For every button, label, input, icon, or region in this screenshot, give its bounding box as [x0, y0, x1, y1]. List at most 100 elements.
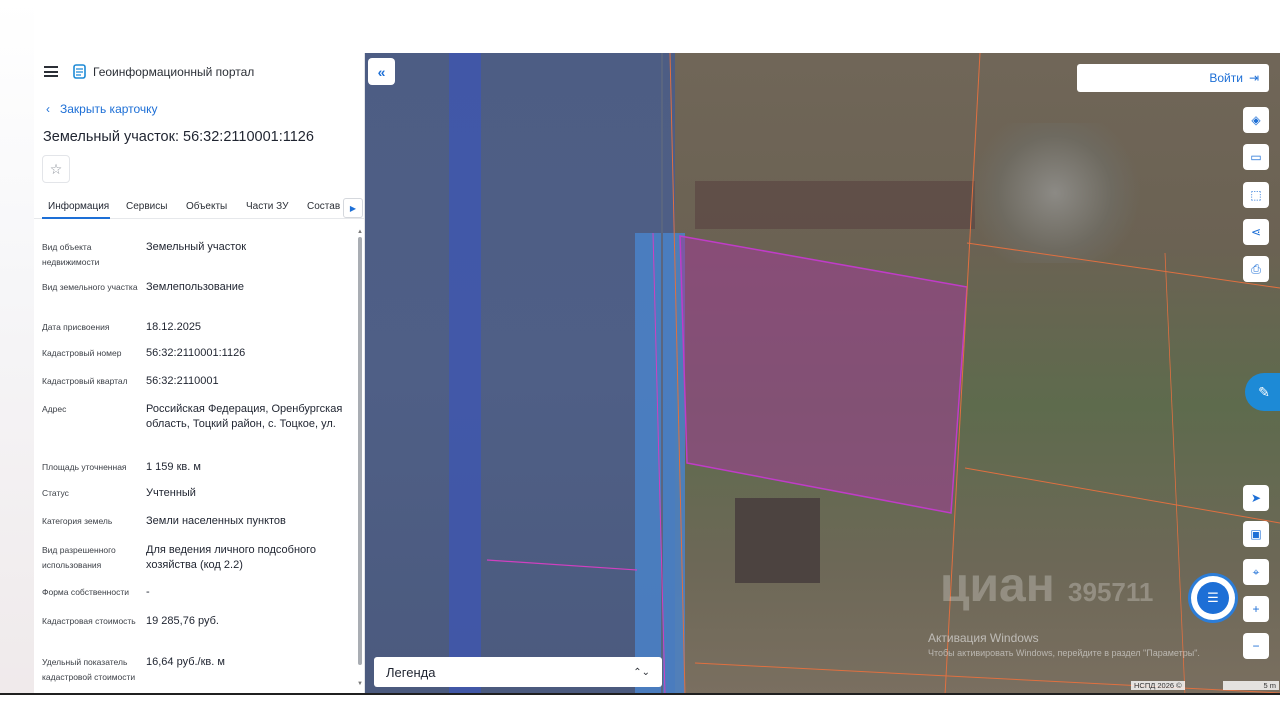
chevron-updown-icon: ⌃⌄	[633, 666, 650, 678]
info-label: Кадастровая стоимость	[42, 616, 136, 626]
chevron-left-icon: ‹	[46, 102, 50, 116]
select-area-button[interactable]: ⬚	[1243, 182, 1269, 208]
tab-parts[interactable]: Части ЗУ	[246, 201, 288, 212]
info-value: 56:32:2110001:1126	[146, 347, 246, 359]
legend-label: Легенда	[386, 664, 436, 680]
info-value: 1 159 кв. м	[146, 461, 201, 473]
chat-button[interactable]: ☰	[1191, 576, 1235, 620]
zoom-in-button[interactable]: +	[1243, 596, 1269, 622]
scroll-down-icon[interactable]: ▼	[357, 681, 363, 687]
info-value: 18.12.2025	[146, 321, 202, 333]
info-panel: Геоинформационный портал ‹ Закрыть карточ…	[34, 53, 365, 695]
boundary-line	[1164, 252, 1186, 695]
close-card-label: Закрыть карточку	[60, 102, 158, 116]
info-label: Категория земель	[42, 516, 113, 526]
select-area-icon: ⬚	[1250, 188, 1262, 202]
star-outline-icon: ☆	[49, 160, 63, 177]
watermark-number: 395711	[1068, 577, 1154, 607]
top-band	[0, 0, 1280, 53]
panel-scrollbar[interactable]: ▲ ▼	[356, 229, 364, 691]
map-scale: 5 m	[1223, 681, 1279, 690]
info-label: Дата присвоения	[42, 322, 110, 332]
tab-services[interactable]: Сервисы	[126, 201, 167, 212]
boundary-line	[966, 242, 1280, 289]
minimap-icon: ▣	[1250, 527, 1262, 541]
boundary-line	[694, 662, 1280, 694]
chat-bubble-icon: ✎	[1258, 383, 1270, 400]
selected-parcel[interactable]	[679, 235, 968, 514]
panel-header: Геоинформационный портал	[34, 53, 364, 91]
info-label: Кадастровый номер	[42, 348, 122, 358]
boundary-line	[652, 232, 666, 695]
info-value: Учтенный	[146, 487, 196, 499]
boundary-line	[486, 559, 638, 571]
minimap-button[interactable]: ▣	[1243, 521, 1269, 547]
info-list: Вид объекта недвижимости Земельный участ…	[34, 229, 354, 695]
login-button[interactable]: Войти ⇥	[1077, 64, 1269, 92]
info-label: Кадастровый квартал	[42, 376, 128, 386]
info-label: Статус	[42, 488, 69, 498]
print-button[interactable]: ⎙	[1243, 256, 1269, 282]
tab-objects[interactable]: Объекты	[186, 201, 227, 212]
bottom-bar	[0, 695, 1280, 720]
chat-icon: ☰	[1197, 582, 1229, 614]
windows-activation-text: Чтобы активировать Windows, перейдите в …	[928, 648, 1200, 658]
windows-activation-title: Активация Windows	[928, 631, 1039, 645]
double-chevron-left-icon: «	[377, 63, 386, 80]
map-attribution: НСПД 2026 ©	[1131, 681, 1185, 690]
share-button[interactable]: ⋖	[1243, 219, 1269, 245]
screen: Геоинформационный портал ‹ Закрыть карточ…	[0, 0, 1280, 720]
info-value: Земли населенных пунктов	[146, 515, 286, 527]
map-view[interactable]: « Войти ⇥ ◈ ▭ ⬚ ⋖ ⎙ ✎ ➤ ▣ ⌖ + − ☰ циан 3…	[365, 53, 1280, 695]
boundary-line	[669, 53, 686, 695]
legend-dropdown[interactable]: Легенда ⌃⌄	[374, 657, 662, 687]
zoom-out-icon: −	[1252, 639, 1260, 653]
caret-right-icon: ▶	[349, 203, 357, 213]
info-value: 56:32:2110001	[146, 375, 219, 387]
active-tab-indicator	[42, 217, 110, 219]
portal-logo-icon	[73, 64, 86, 79]
info-value: Для ведения личного подсобного хозяйства…	[146, 544, 317, 571]
info-label: Площадь уточненная	[42, 462, 127, 472]
login-label: Войти	[1209, 71, 1243, 85]
collapse-panel-button[interactable]: «	[368, 58, 395, 85]
info-label: Адрес	[42, 404, 67, 414]
ruler-icon: ▭	[1250, 150, 1262, 164]
layers-button[interactable]: ◈	[1243, 107, 1269, 133]
card-title: Земельный участок: 56:32:2110001:1126	[43, 129, 314, 145]
close-card-link[interactable]: ‹ Закрыть карточку	[46, 102, 158, 116]
tabs-scroll-right-button[interactable]: ▶	[343, 198, 363, 218]
print-icon: ⎙	[1251, 261, 1261, 276]
info-label: Вид земельного участка	[42, 282, 138, 292]
scroll-up-icon[interactable]: ▲	[357, 229, 363, 235]
info-label: Удельный показатель кадастровой стоимост…	[42, 657, 136, 682]
scroll-thumb[interactable]	[358, 237, 362, 665]
ruler-button[interactable]: ▭	[1243, 144, 1269, 170]
info-value: 19 285,76 руб.	[146, 615, 219, 627]
login-icon: ⇥	[1248, 71, 1259, 85]
zoom-in-icon: +	[1252, 602, 1260, 616]
hamburger-menu-icon[interactable]	[44, 66, 58, 77]
portal-title: Геоинформационный портал	[93, 65, 255, 79]
info-label: Вид разрешенного использования	[42, 545, 116, 570]
side-widget-button[interactable]: ✎	[1245, 373, 1280, 411]
watermark: циан 395711	[940, 558, 1153, 613]
tab-bar: Информация Сервисы Объекты Части ЗУ Сост…	[34, 195, 364, 219]
watermark-text: циан	[940, 559, 1055, 612]
info-label: Форма собственности	[42, 587, 129, 597]
geo-pin-button[interactable]: ⌖	[1243, 559, 1269, 585]
info-value: 16,64 руб./кв. м	[146, 656, 225, 668]
boundary-line	[964, 467, 1280, 524]
geo-pin-icon: ⌖	[1252, 564, 1260, 579]
tab-information[interactable]: Информация	[48, 201, 109, 212]
locate-button[interactable]: ➤	[1243, 485, 1269, 511]
zoom-out-button[interactable]: −	[1243, 633, 1269, 659]
info-value: -	[146, 586, 150, 598]
info-value: Землепользование	[146, 281, 245, 293]
tab-composition[interactable]: Состав	[307, 201, 340, 212]
info-label: Вид объекта недвижимости	[42, 242, 100, 267]
favorite-button[interactable]: ☆	[42, 155, 70, 183]
info-value: Земельный участок	[146, 241, 247, 253]
share-icon: ⋖	[1250, 225, 1262, 239]
left-strip	[0, 0, 34, 720]
